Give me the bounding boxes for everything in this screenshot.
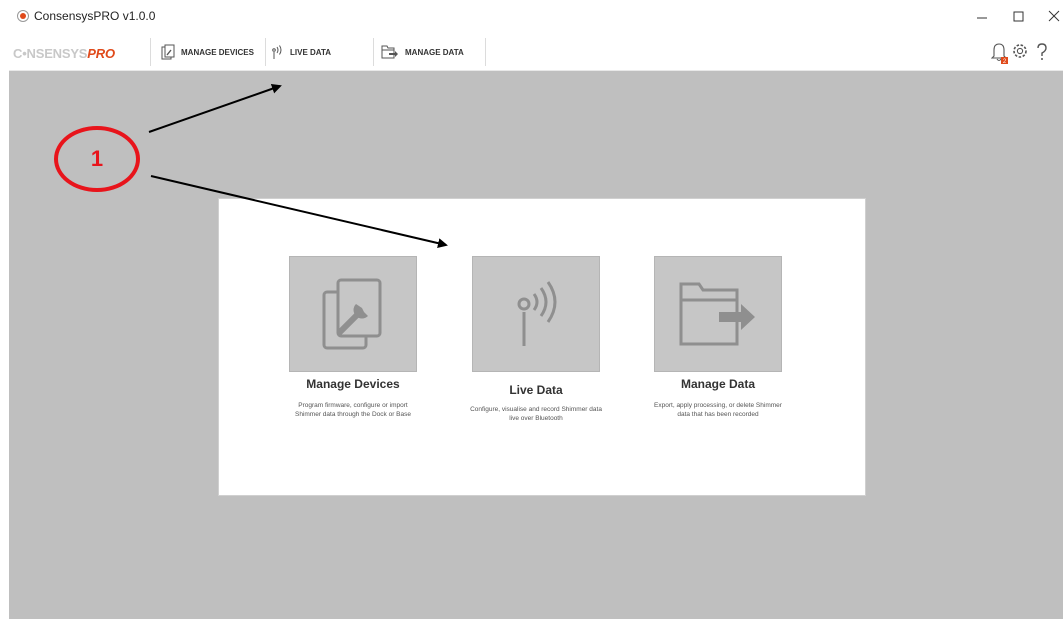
- annotation-arrows: [148, 83, 448, 249]
- annotation-arrow-toolbar: [148, 83, 282, 133]
- annotation-number: 1: [90, 146, 104, 171]
- annotation-arrow-tile: [150, 175, 448, 249]
- annotation-marker: 1: [54, 126, 140, 192]
